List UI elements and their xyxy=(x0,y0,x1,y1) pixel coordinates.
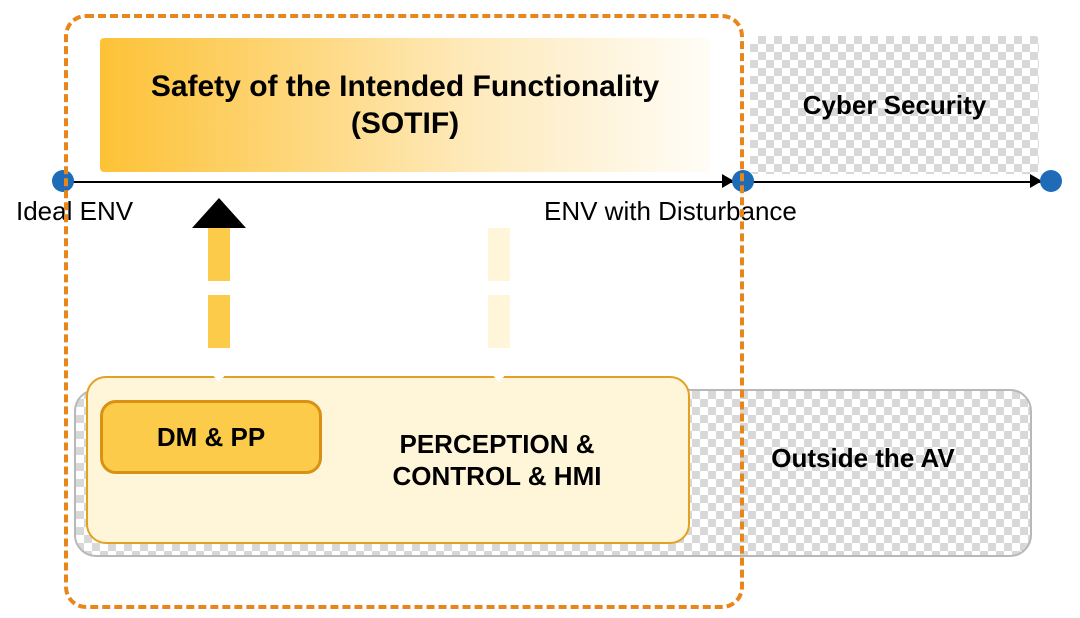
outside-av-label: Outside the AV xyxy=(728,443,998,474)
cyber-security-box: Cyber Security xyxy=(750,36,1039,174)
diagram-canvas: PERCEPTION & CONTROL & HMI DM & PP Outsi… xyxy=(0,0,1080,618)
arrow-up-left xyxy=(192,198,246,284)
axis-label-env-disturbance: ENV with Disturbance xyxy=(534,194,807,229)
perception-label: PERCEPTION & CONTROL & HMI xyxy=(326,428,688,493)
arrow-down-left xyxy=(192,292,246,378)
dm-pp-label: DM & PP xyxy=(157,422,265,453)
env-axis xyxy=(63,181,1041,183)
axis-dot-env-disturbance xyxy=(732,170,754,192)
axis-dot-right-end xyxy=(1040,170,1062,192)
axis-dot-ideal-env xyxy=(52,170,74,192)
cyber-security-label: Cyber Security xyxy=(803,90,987,121)
arrow-up-right xyxy=(472,198,526,284)
dm-pp-box: DM & PP xyxy=(100,400,322,474)
sotif-box: Safety of the Intended Functionality (SO… xyxy=(98,36,712,174)
sotif-title: Safety of the Intended Functionality (SO… xyxy=(151,68,659,143)
arrow-down-right xyxy=(472,292,526,378)
axis-label-ideal-env: Ideal ENV xyxy=(6,194,143,229)
